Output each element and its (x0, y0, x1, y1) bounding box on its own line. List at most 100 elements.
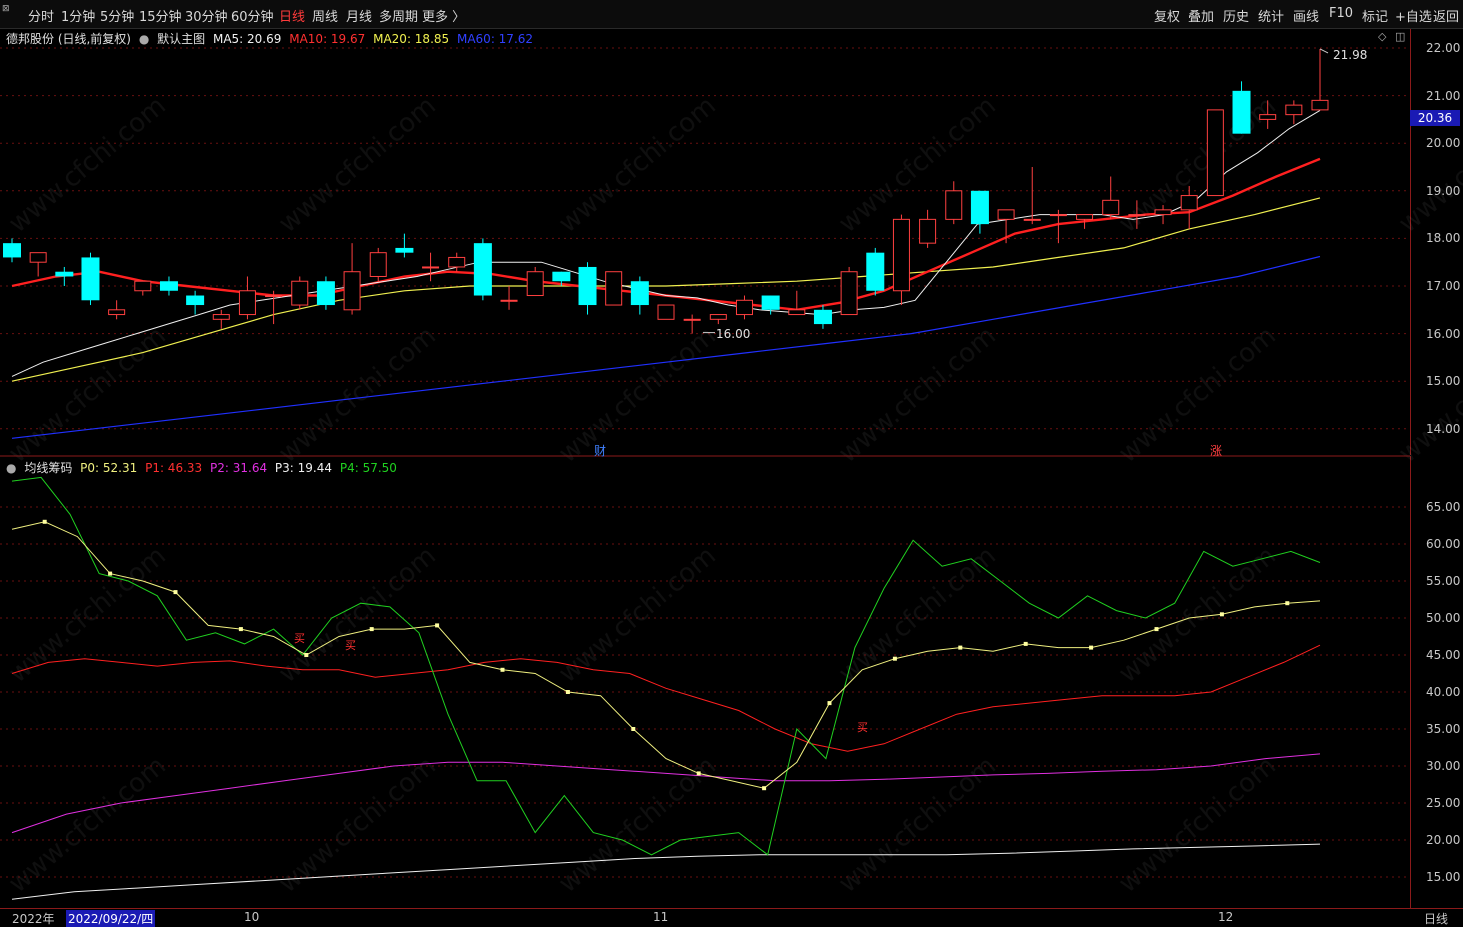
indicator-tick: 40.00 (1426, 685, 1461, 699)
candle-body (970, 190, 989, 225)
price-tick: 22.00 (1426, 41, 1461, 55)
kline-chart[interactable] (0, 0, 1410, 908)
candle-body (735, 299, 753, 316)
candle-body (1311, 99, 1329, 111)
candle-body (683, 318, 701, 321)
current-price-tag: 20.36 (1410, 110, 1460, 126)
p0-dot (435, 623, 440, 628)
p0-dot (631, 727, 636, 731)
candle-body (1232, 90, 1251, 134)
price-tick: 19.00 (1426, 183, 1461, 198)
p3-line (11, 843, 1321, 900)
candle-body (473, 243, 492, 296)
p0-dot (173, 590, 178, 595)
candle-body (552, 271, 571, 282)
p0-dot (827, 701, 832, 706)
candle-body (369, 252, 387, 277)
candle-body (134, 280, 152, 292)
candle-body (1023, 218, 1041, 221)
price-tick: 16.00 (1426, 326, 1461, 341)
candle-body (238, 290, 256, 316)
p0-dot (369, 627, 374, 632)
candle-body (395, 247, 414, 253)
buy-marker-1: 买 (294, 632, 305, 645)
indicator-tick: 15.00 (1426, 870, 1461, 884)
candle-body (945, 190, 963, 220)
candle-body (630, 281, 649, 306)
candle-body (1049, 214, 1067, 217)
candle-body (343, 271, 361, 311)
candle-body (1259, 114, 1277, 120)
p0-dot (892, 656, 897, 661)
candle-body (1128, 214, 1146, 217)
candle-body (919, 218, 937, 244)
candle-body (788, 309, 806, 316)
candle-body (108, 309, 126, 316)
p0-dot (958, 645, 963, 650)
p0-dot (238, 627, 243, 632)
indicator-tick: 55.00 (1426, 574, 1461, 588)
p0-dot (1219, 612, 1224, 617)
p0-dot (108, 571, 113, 576)
price-tick: 14.00 (1426, 421, 1461, 436)
p0-dot (500, 667, 505, 672)
candle-body (29, 252, 47, 263)
candle-body (316, 281, 335, 306)
candle-body (212, 314, 230, 320)
low-label: 16.00 (716, 327, 751, 341)
indicator-tick: 45.00 (1426, 648, 1461, 662)
indicator-tick: 65.00 (1426, 500, 1461, 514)
p0-dot (1023, 641, 1028, 646)
candle-body (500, 299, 518, 302)
year-label: 2022年 (12, 912, 55, 926)
buy-marker-2: 买 (345, 639, 356, 652)
candle-body (761, 295, 780, 310)
ma5-line (11, 109, 1321, 377)
month-oct: 10 (244, 910, 260, 924)
candle-body (186, 295, 205, 306)
finance-marker[interactable]: 财 (594, 442, 606, 459)
candle-body (578, 266, 597, 306)
candle-body (1154, 209, 1172, 216)
tool-button-8[interactable]: 返回 (1433, 6, 1459, 25)
ma60-line (11, 255, 1321, 439)
candle-body (55, 271, 74, 277)
price-tick: 21.00 (1426, 88, 1461, 103)
p0-dot (1089, 645, 1094, 650)
p0-dot (304, 653, 309, 657)
month-dec: 12 (1218, 910, 1234, 924)
p0-dot (565, 690, 570, 694)
candle-body (840, 271, 858, 316)
candle-body (3, 243, 21, 258)
indicator-tick: 25.00 (1426, 796, 1461, 810)
limit-up-marker[interactable]: 涨 (1210, 442, 1222, 459)
candle-body (657, 304, 675, 320)
buy-marker-3: 买 (857, 721, 868, 734)
high-pointer (1319, 48, 1329, 54)
month-nov: 11 (653, 910, 669, 924)
candle-body (605, 271, 623, 306)
price-tick: 15.00 (1426, 374, 1461, 389)
price-tick: 18.00 (1426, 231, 1461, 246)
candle-body (709, 314, 727, 320)
p1-line (11, 644, 1321, 752)
candle-body (997, 209, 1015, 220)
period-label[interactable]: 日线 (1424, 910, 1448, 927)
indicator-tick: 35.00 (1426, 722, 1461, 736)
candle-body (813, 309, 832, 325)
candle-body (265, 295, 283, 298)
p0-dot (762, 786, 767, 791)
candle-body (1180, 195, 1198, 211)
candle-body (892, 218, 910, 292)
indicator-tick: 30.00 (1426, 759, 1461, 773)
indicator-tick: 20.00 (1426, 833, 1461, 847)
date-axis (0, 908, 1463, 927)
candle-body (81, 257, 100, 301)
p0-dot (1154, 627, 1159, 632)
price-tick: 20.00 (1426, 136, 1461, 151)
high-label: 21.98 (1333, 48, 1368, 62)
candle-body (448, 256, 466, 268)
indicator-tick: 60.00 (1426, 537, 1461, 551)
ma10-line (11, 157, 1321, 312)
candle-body (526, 271, 544, 297)
